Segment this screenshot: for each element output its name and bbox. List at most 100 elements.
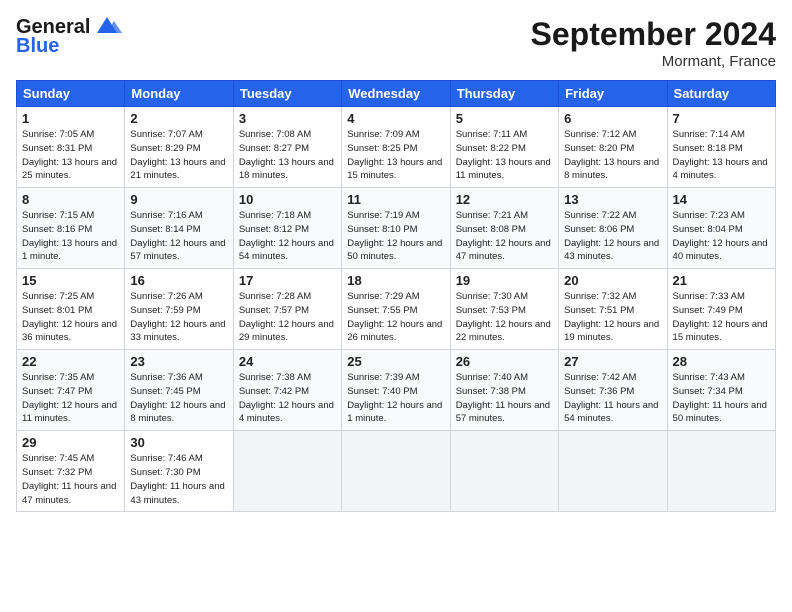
page: General Blue September 2024 Mormant, Fra… xyxy=(0,0,792,612)
day-info: Sunrise: 7:39 AMSunset: 7:40 PMDaylight:… xyxy=(347,371,444,426)
day-number: 18 xyxy=(347,273,444,288)
day-number: 20 xyxy=(564,273,661,288)
calendar-cell: 20 Sunrise: 7:32 AMSunset: 7:51 PMDayligh… xyxy=(559,269,667,350)
day-info: Sunrise: 7:30 AMSunset: 7:53 PMDaylight:… xyxy=(456,290,553,345)
calendar-week-row: 8Sunrise: 7:15 AMSunset: 8:16 PMDaylight… xyxy=(17,188,776,269)
day-info: Sunrise: 7:22 AMSunset: 8:06 PMDaylight:… xyxy=(564,209,661,264)
day-info: Sunrise: 7:26 AMSunset: 7:59 PMDaylight:… xyxy=(130,290,227,345)
day-number: 21 xyxy=(673,273,770,288)
day-number: 7 xyxy=(673,111,770,126)
day-number: 30 xyxy=(130,435,227,450)
logo-blue: Blue xyxy=(16,35,59,58)
calendar-week-row: 22 Sunrise: 7:35 AMSunset: 7:47 PMDayligh… xyxy=(17,350,776,431)
day-info: Sunrise: 7:42 AMSunset: 7:36 PMDaylight:… xyxy=(564,371,661,426)
day-number: 15 xyxy=(22,273,119,288)
calendar-table: SundayMondayTuesdayWednesdayThursdayFrid… xyxy=(16,80,776,512)
calendar-header-thursday: Thursday xyxy=(450,81,558,107)
day-info: Sunrise: 7:21 AMSunset: 8:08 PMDaylight:… xyxy=(456,209,553,264)
calendar-cell xyxy=(450,431,558,512)
calendar-cell: 25 Sunrise: 7:39 AMSunset: 7:40 PMDayligh… xyxy=(342,350,450,431)
day-number: 10 xyxy=(239,192,336,207)
header: General Blue September 2024 Mormant, Fra… xyxy=(16,16,776,70)
day-info: Sunrise: 7:12 AMSunset: 8:20 PMDaylight:… xyxy=(564,128,661,183)
calendar-cell xyxy=(233,431,341,512)
day-info: Sunrise: 7:40 AMSunset: 7:38 PMDaylight:… xyxy=(456,371,553,426)
calendar-cell xyxy=(559,431,667,512)
day-info: Sunrise: 7:05 AMSunset: 8:31 PMDaylight:… xyxy=(22,128,119,183)
day-number: 27 xyxy=(564,354,661,369)
day-number: 6 xyxy=(564,111,661,126)
day-info: Sunrise: 7:45 AMSunset: 7:32 PMDaylight:… xyxy=(22,452,119,507)
day-info: Sunrise: 7:28 AMSunset: 7:57 PMDaylight:… xyxy=(239,290,336,345)
day-info: Sunrise: 7:33 AMSunset: 7:49 PMDaylight:… xyxy=(673,290,770,345)
calendar-cell: 26Sunrise: 7:40 AMSunset: 7:38 PMDayligh… xyxy=(450,350,558,431)
day-number: 22 xyxy=(22,354,119,369)
calendar-cell: 16 Sunrise: 7:26 AMSunset: 7:59 PMDayligh… xyxy=(125,269,233,350)
day-number: 28 xyxy=(673,354,770,369)
calendar-cell: 2 Sunrise: 7:07 AMSunset: 8:29 PMDaylight… xyxy=(125,107,233,188)
calendar-cell: 9Sunrise: 7:16 AMSunset: 8:14 PMDaylight… xyxy=(125,188,233,269)
calendar-header-monday: Monday xyxy=(125,81,233,107)
calendar-cell: 8Sunrise: 7:15 AMSunset: 8:16 PMDaylight… xyxy=(17,188,125,269)
calendar-cell: 19 Sunrise: 7:30 AMSunset: 7:53 PMDayligh… xyxy=(450,269,558,350)
calendar-cell: 14 Sunrise: 7:23 AMSunset: 8:04 PMDayligh… xyxy=(667,188,775,269)
calendar-header-saturday: Saturday xyxy=(667,81,775,107)
calendar-cell: 4Sunrise: 7:09 AMSunset: 8:25 PMDaylight… xyxy=(342,107,450,188)
day-number: 29 xyxy=(22,435,119,450)
calendar-cell: 7 Sunrise: 7:14 AMSunset: 8:18 PMDaylight… xyxy=(667,107,775,188)
title-block: September 2024 Mormant, France xyxy=(531,16,776,70)
day-info: Sunrise: 7:09 AMSunset: 8:25 PMDaylight:… xyxy=(347,128,444,183)
calendar-cell: 10Sunrise: 7:18 AMSunset: 8:12 PMDayligh… xyxy=(233,188,341,269)
location: Mormant, France xyxy=(531,53,776,70)
day-info: Sunrise: 7:23 AMSunset: 8:04 PMDaylight:… xyxy=(673,209,770,264)
calendar-week-row: 1 Sunrise: 7:05 AMSunset: 8:31 PMDaylight… xyxy=(17,107,776,188)
calendar-cell: 21 Sunrise: 7:33 AMSunset: 7:49 PMDayligh… xyxy=(667,269,775,350)
day-number: 23 xyxy=(130,354,227,369)
calendar-cell: 6 Sunrise: 7:12 AMSunset: 8:20 PMDaylight… xyxy=(559,107,667,188)
day-number: 3 xyxy=(239,111,336,126)
day-number: 12 xyxy=(456,192,553,207)
calendar-cell: 30 Sunrise: 7:46 AMSunset: 7:30 PMDayligh… xyxy=(125,431,233,512)
day-number: 11 xyxy=(347,192,444,207)
calendar-cell: 3 Sunrise: 7:08 AMSunset: 8:27 PMDaylight… xyxy=(233,107,341,188)
calendar-cell: 28 Sunrise: 7:43 AMSunset: 7:34 PMDayligh… xyxy=(667,350,775,431)
calendar-cell: 29 Sunrise: 7:45 AMSunset: 7:32 PMDayligh… xyxy=(17,431,125,512)
day-info: Sunrise: 7:07 AMSunset: 8:29 PMDaylight:… xyxy=(130,128,227,183)
calendar-header-tuesday: Tuesday xyxy=(233,81,341,107)
calendar-cell xyxy=(342,431,450,512)
calendar-week-row: 29 Sunrise: 7:45 AMSunset: 7:32 PMDayligh… xyxy=(17,431,776,512)
day-number: 25 xyxy=(347,354,444,369)
day-number: 1 xyxy=(22,111,119,126)
day-number: 9 xyxy=(130,192,227,207)
calendar-week-row: 15Sunrise: 7:25 AMSunset: 8:01 PMDayligh… xyxy=(17,269,776,350)
day-number: 17 xyxy=(239,273,336,288)
day-info: Sunrise: 7:43 AMSunset: 7:34 PMDaylight:… xyxy=(673,371,770,426)
day-number: 19 xyxy=(456,273,553,288)
day-number: 24 xyxy=(239,354,336,369)
day-info: Sunrise: 7:35 AMSunset: 7:47 PMDaylight:… xyxy=(22,371,119,426)
day-info: Sunrise: 7:19 AMSunset: 8:10 PMDaylight:… xyxy=(347,209,444,264)
calendar-cell: 27 Sunrise: 7:42 AMSunset: 7:36 PMDayligh… xyxy=(559,350,667,431)
calendar-cell: 17 Sunrise: 7:28 AMSunset: 7:57 PMDayligh… xyxy=(233,269,341,350)
day-number: 16 xyxy=(130,273,227,288)
day-info: Sunrise: 7:08 AMSunset: 8:27 PMDaylight:… xyxy=(239,128,336,183)
calendar-header-friday: Friday xyxy=(559,81,667,107)
day-number: 2 xyxy=(130,111,227,126)
day-info: Sunrise: 7:15 AMSunset: 8:16 PMDaylight:… xyxy=(22,209,119,264)
calendar-header-sunday: Sunday xyxy=(17,81,125,107)
calendar-cell: 18Sunrise: 7:29 AMSunset: 7:55 PMDayligh… xyxy=(342,269,450,350)
day-number: 5 xyxy=(456,111,553,126)
month-title: September 2024 xyxy=(531,16,776,53)
calendar-cell: 22 Sunrise: 7:35 AMSunset: 7:47 PMDayligh… xyxy=(17,350,125,431)
calendar-cell: 13Sunrise: 7:22 AMSunset: 8:06 PMDayligh… xyxy=(559,188,667,269)
day-number: 14 xyxy=(673,192,770,207)
day-info: Sunrise: 7:46 AMSunset: 7:30 PMDaylight:… xyxy=(130,452,227,507)
day-info: Sunrise: 7:32 AMSunset: 7:51 PMDaylight:… xyxy=(564,290,661,345)
logo: General Blue xyxy=(16,16,122,58)
calendar-cell: 12 Sunrise: 7:21 AMSunset: 8:08 PMDayligh… xyxy=(450,188,558,269)
calendar-cell: 24Sunrise: 7:38 AMSunset: 7:42 PMDayligh… xyxy=(233,350,341,431)
calendar-header-row: SundayMondayTuesdayWednesdayThursdayFrid… xyxy=(17,81,776,107)
day-info: Sunrise: 7:14 AMSunset: 8:18 PMDaylight:… xyxy=(673,128,770,183)
logo-icon xyxy=(92,15,122,37)
calendar-cell: 23Sunrise: 7:36 AMSunset: 7:45 PMDayligh… xyxy=(125,350,233,431)
